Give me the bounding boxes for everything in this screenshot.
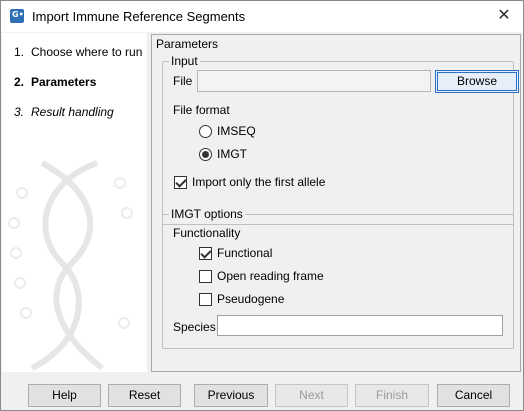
dialog-footer: Help Reset Previous Next Finish Cancel (1, 372, 523, 410)
imgt-options-group: IMGT options Functionality Functional Op… (162, 207, 514, 349)
title-bar: G• Import Immune Reference Segments ✕ (1, 1, 523, 32)
file-label: File (173, 74, 193, 88)
step-label: Choose where to run (31, 45, 143, 59)
app-logo-text: G• (12, 10, 24, 19)
step-number: 1. (14, 45, 25, 59)
imgt-radio[interactable] (199, 148, 212, 161)
help-button[interactable]: Help (28, 384, 101, 407)
panel-title: Parameters (156, 37, 219, 51)
parameters-panel: Parameters Input File Browse File format… (151, 34, 521, 372)
input-legend: Input (169, 54, 200, 68)
finish-button[interactable]: Finish (355, 384, 429, 407)
dna-watermark-icon (8, 160, 133, 371)
cancel-button[interactable]: Cancel (437, 384, 510, 407)
step-label: Result handling (31, 105, 114, 119)
pseudogene-label: Pseudogene (217, 292, 285, 306)
wizard-steps-sidebar: 1. Choose where to run 2. Parameters 3. Res… (2, 33, 147, 372)
file-input[interactable] (197, 70, 431, 92)
app-logo-icon: G• (10, 9, 24, 23)
first-allele-checkbox[interactable] (174, 176, 187, 189)
functional-label: Functional (217, 246, 273, 260)
step-parameters: 2. Parameters (14, 75, 96, 89)
window-title: Import Immune Reference Segments (32, 9, 246, 24)
close-icon[interactable]: ✕ (493, 6, 515, 26)
imgt-label: IMGT (217, 147, 247, 161)
import-dialog: G• Import Immune Reference Segments ✕ 1.… (0, 0, 524, 411)
browse-button[interactable]: Browse (435, 70, 519, 93)
next-button[interactable]: Next (275, 384, 348, 407)
functional-checkbox[interactable] (199, 247, 212, 260)
step-number: 3. (14, 105, 25, 119)
imseq-radio[interactable] (199, 125, 212, 138)
step-number: 2. (14, 75, 25, 89)
step-label: Parameters (31, 75, 97, 89)
imgt-options-legend: IMGT options (169, 207, 245, 221)
species-input[interactable] (217, 315, 503, 336)
first-allele-label: Import only the first allele (192, 175, 326, 189)
pseudogene-checkbox[interactable] (199, 293, 212, 306)
open-reading-frame-label: Open reading frame (217, 269, 324, 283)
step-choose-where-to-run: 1. Choose where to run (14, 45, 142, 59)
functionality-label: Functionality (173, 226, 241, 240)
file-format-label: File format (173, 103, 230, 117)
input-group: Input File Browse File format IMSEQ IMGT… (162, 54, 519, 225)
step-result-handling: 3. Result handling (14, 105, 114, 119)
species-label: Species (173, 320, 216, 334)
reset-button[interactable]: Reset (108, 384, 181, 407)
open-reading-frame-checkbox[interactable] (199, 270, 212, 283)
imseq-label: IMSEQ (217, 124, 256, 138)
previous-button[interactable]: Previous (194, 384, 268, 407)
